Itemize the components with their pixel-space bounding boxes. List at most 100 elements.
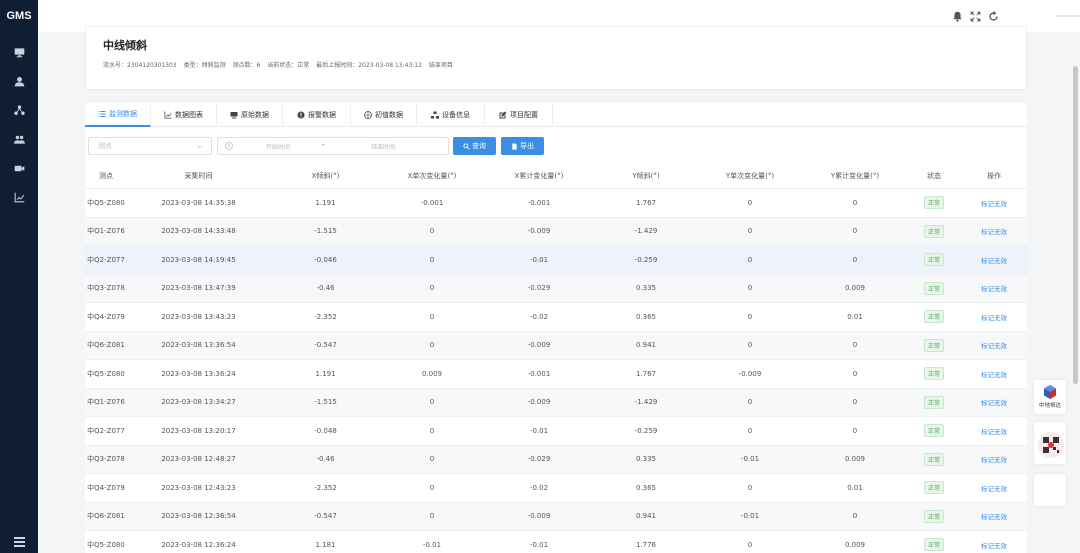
point-cell: 中Q5-Z080 — [87, 198, 125, 207]
end-date-input[interactable]: 结束时间 — [353, 142, 413, 151]
column-header: 测点 — [99, 172, 113, 180]
status-badge: 正常 — [923, 196, 944, 210]
y-tilt-cell: 0.365 — [635, 483, 657, 492]
search-button[interactable]: 查询 — [453, 137, 496, 155]
table-row[interactable]: 中Q5-Z080 2023-03-08 12:36:24 1.181 -0.01 -0.… — [85, 530, 1027, 553]
monitor-icon[interactable] — [9, 43, 29, 61]
y-tilt-cell: -1.429 — [634, 227, 658, 236]
x-single-change-cell: -0.001 — [420, 198, 444, 207]
tab-device-info[interactable]: 设备信息 — [417, 103, 485, 127]
status-cell: 正常 — [907, 417, 961, 445]
tab-raw-data[interactable]: 原始数据 — [217, 103, 283, 127]
x-cumulative-cell: -0.029 — [527, 455, 551, 464]
export-button[interactable]: 导出 — [501, 137, 544, 155]
status-cell: 正常 — [907, 531, 961, 553]
page-title: 中线倾斜 — [103, 39, 147, 52]
time-cell: 2023-03-08 12:48:27 — [161, 455, 236, 464]
end-project-link[interactable]: 结束项目 — [429, 62, 453, 69]
mark-invalid-link[interactable]: 标记无效 — [981, 198, 1007, 208]
network-icon[interactable] — [9, 101, 29, 119]
tab-project-config[interactable]: 项目配置 — [485, 103, 553, 127]
table-row[interactable]: 中Q1-Z076 2023-03-08 13:34:27 -1.515 0 -0.009… — [85, 387, 1027, 416]
time-cell: 2023-03-08 12:36:54 — [161, 512, 236, 521]
status-badge: 正常 — [923, 338, 944, 352]
y-single-change-cell: 0 — [747, 312, 753, 321]
table-row[interactable]: 中Q1-Z076 2023-03-08 14:33:48 -1.515 0 -0.009… — [85, 216, 1027, 246]
app-logo[interactable]: GMS — [0, 10, 38, 22]
date-range-picker[interactable]: 开始时间 - 结束时间 — [217, 137, 449, 155]
user-dropdown[interactable]: ⌄ — [1056, 11, 1080, 21]
x-cumulative-cell: -0.029 — [527, 284, 551, 293]
group-icon[interactable] — [9, 130, 29, 148]
table-row[interactable]: 中Q3-Z078 2023-03-08 12:48:27 -0.46 0 -0.029 0… — [85, 444, 1027, 473]
chart-icon[interactable] — [9, 188, 29, 206]
table-row[interactable]: 中Q2-Z077 2023-03-08 13:20:17 -0.048 0 -0.01 -… — [85, 416, 1027, 445]
y-single-change-cell: -0.01 — [740, 455, 760, 464]
y-single-change-cell: -0.01 — [740, 512, 760, 521]
globe-icon — [364, 111, 372, 119]
column-header: 采集时间 — [184, 172, 213, 180]
mark-invalid-link[interactable]: 标记无效 — [981, 511, 1007, 521]
y-cumulative-cell: 0.009 — [844, 284, 866, 293]
start-date-input[interactable]: 开始时间 — [258, 142, 298, 151]
action-cell: 标记无效 — [961, 531, 1027, 553]
mark-invalid-link[interactable]: 标记无效 — [981, 397, 1007, 407]
x-single-change-cell: 0 — [429, 483, 435, 492]
x-tilt-cell: 1.181 — [315, 540, 336, 549]
mark-invalid-link[interactable]: 标记无效 — [981, 255, 1007, 265]
menu-icon[interactable] — [9, 535, 29, 549]
mark-invalid-link[interactable]: 标记无效 — [981, 340, 1007, 350]
mark-invalid-link[interactable]: 标记无效 — [981, 426, 1007, 436]
status-badge: 正常 — [923, 538, 944, 552]
table-row[interactable]: 中Q4-Z079 2023-03-08 12:43:23 -2.352 0 -0.02 0… — [85, 473, 1027, 502]
table-row[interactable]: 中Q6-Z081 2023-03-08 13:36:54 -0.547 0 -0.009… — [85, 330, 1027, 359]
x-tilt-cell: 1.191 — [315, 198, 336, 207]
y-single-change-cell: 0 — [747, 227, 753, 236]
mark-invalid-link[interactable]: 标记无效 — [981, 483, 1007, 493]
point-select[interactable]: 测点 ⌄ — [88, 137, 212, 155]
x-tilt-cell: -0.048 — [314, 426, 337, 435]
y-cumulative-cell: 0.01 — [847, 312, 863, 321]
mark-invalid-link[interactable]: 标记无效 — [981, 369, 1007, 379]
table-row[interactable]: 中Q2-Z077 2023-03-08 14:19:45 -0.046 0 -0.01 -… — [85, 245, 1027, 274]
tab-initial-data[interactable]: 初值数据 — [351, 103, 417, 127]
x-single-change-cell: 0 — [429, 284, 435, 293]
serial-number: 流水号：2304120301303 — [103, 62, 177, 69]
time-cell: 2023-03-08 12:43:23 — [161, 483, 236, 492]
mark-invalid-link[interactable]: 标记无效 — [981, 283, 1007, 293]
status-badge: 正常 — [923, 253, 944, 267]
table-row[interactable]: 中Q5-Z080 2023-03-08 14:35:38 1.191 -0.001 -0… — [85, 188, 1027, 217]
point-cell: 中Q2-Z077 — [87, 255, 125, 264]
mark-invalid-link[interactable]: 标记无效 — [981, 540, 1007, 550]
refresh-icon[interactable] — [986, 9, 1000, 23]
side-widget[interactable] — [1034, 474, 1066, 506]
status-cell: 正常 — [907, 360, 961, 388]
tab-monitoring-data[interactable]: 监测数据 — [85, 103, 151, 127]
brand-label: 中地恒达 — [1038, 403, 1061, 409]
y-tilt-cell: -1.429 — [634, 398, 658, 407]
x-cumulative-cell: -0.01 — [529, 255, 549, 264]
mark-invalid-link[interactable]: 标记无效 — [981, 312, 1007, 322]
action-cell: 标记无效 — [961, 275, 1027, 303]
mark-invalid-link[interactable]: 标记无效 — [981, 454, 1007, 464]
table-row[interactable]: 中Q5-Z080 2023-03-08 13:36:24 1.191 0.009 -0.… — [85, 359, 1027, 388]
status-badge: 正常 — [923, 310, 944, 324]
y-tilt-cell: 1.767 — [635, 198, 657, 207]
fullscreen-icon[interactable] — [968, 9, 982, 23]
bell-icon[interactable] — [950, 9, 964, 23]
tab-alarm-data[interactable]: 报警数据 — [283, 103, 351, 127]
user-icon[interactable] — [9, 72, 29, 90]
time-cell: 2023-03-08 13:20:17 — [161, 426, 236, 435]
table-row[interactable]: 中Q3-Z078 2023-03-08 13:47:39 -0.46 0 -0.029 0… — [85, 273, 1027, 303]
mark-invalid-link[interactable]: 标记无效 — [981, 226, 1007, 236]
page-scrollbar[interactable] — [1073, 66, 1078, 384]
table-row[interactable]: 中Q4-Z079 2023-03-08 13:43:23 -2.352 0 -0.02 0… — [85, 302, 1027, 331]
point-count: 测点数：6 — [232, 62, 261, 69]
column-header: X单次变化量(°) — [407, 172, 457, 180]
tab-data-chart[interactable]: 数据图表 — [151, 103, 217, 127]
x-single-change-cell: 0 — [429, 398, 435, 407]
point-cell: 中Q4-Z079 — [87, 312, 125, 321]
video-icon[interactable] — [9, 159, 29, 177]
action-cell: 标记无效 — [961, 218, 1027, 246]
table-row[interactable]: 中Q6-Z081 2023-03-08 12:36:54 -0.547 0 -0.009… — [85, 501, 1027, 530]
